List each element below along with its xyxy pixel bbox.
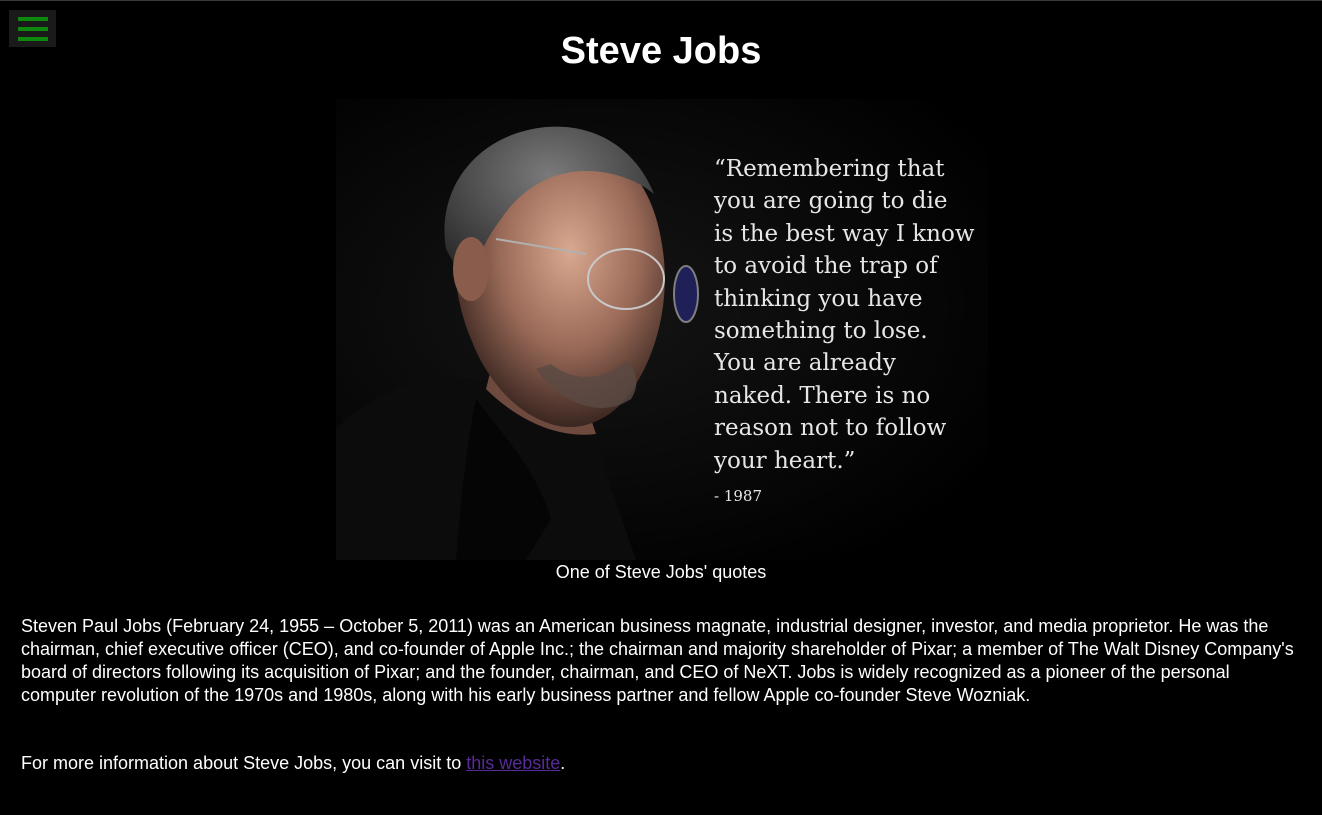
website-link[interactable]: this website — [466, 753, 560, 773]
page-title: Steve Jobs — [560, 30, 762, 72]
quote-text: “Remembering that you are going to die i… — [714, 153, 986, 477]
quote-line: you are going to die — [714, 188, 948, 215]
more-info-text: For more information about Steve Jobs, y… — [21, 753, 467, 773]
portrait-image — [336, 126, 699, 560]
quote-line: naked. There is no — [714, 382, 931, 409]
quote-line: thinking you have — [714, 285, 923, 312]
image-caption: One of Steve Jobs' quotes — [555, 562, 767, 582]
quote-line: something to lose. — [714, 318, 928, 345]
more-info-paragraph: For more information about Steve Jobs, y… — [21, 752, 1306, 775]
quote-line: is the best way I know — [714, 220, 975, 247]
hamburger-menu-icon — [17, 16, 48, 21]
top-border — [0, 0, 1322, 1]
quote-line: to avoid the trap of — [714, 253, 938, 280]
quote-year: - 1987 — [714, 487, 763, 505]
quote-line: You are already — [714, 350, 896, 377]
quote-line: your heart.” — [714, 447, 856, 474]
more-info-suffix: . — [560, 753, 566, 773]
quote-line: reason not to follow — [714, 415, 947, 442]
quote-image: “Remembering that you are going to die i… — [336, 99, 988, 560]
biography-paragraph: Steven Paul Jobs (February 24, 1955 – Oc… — [21, 616, 1294, 705]
quote-line: “Remembering that — [714, 156, 945, 182]
